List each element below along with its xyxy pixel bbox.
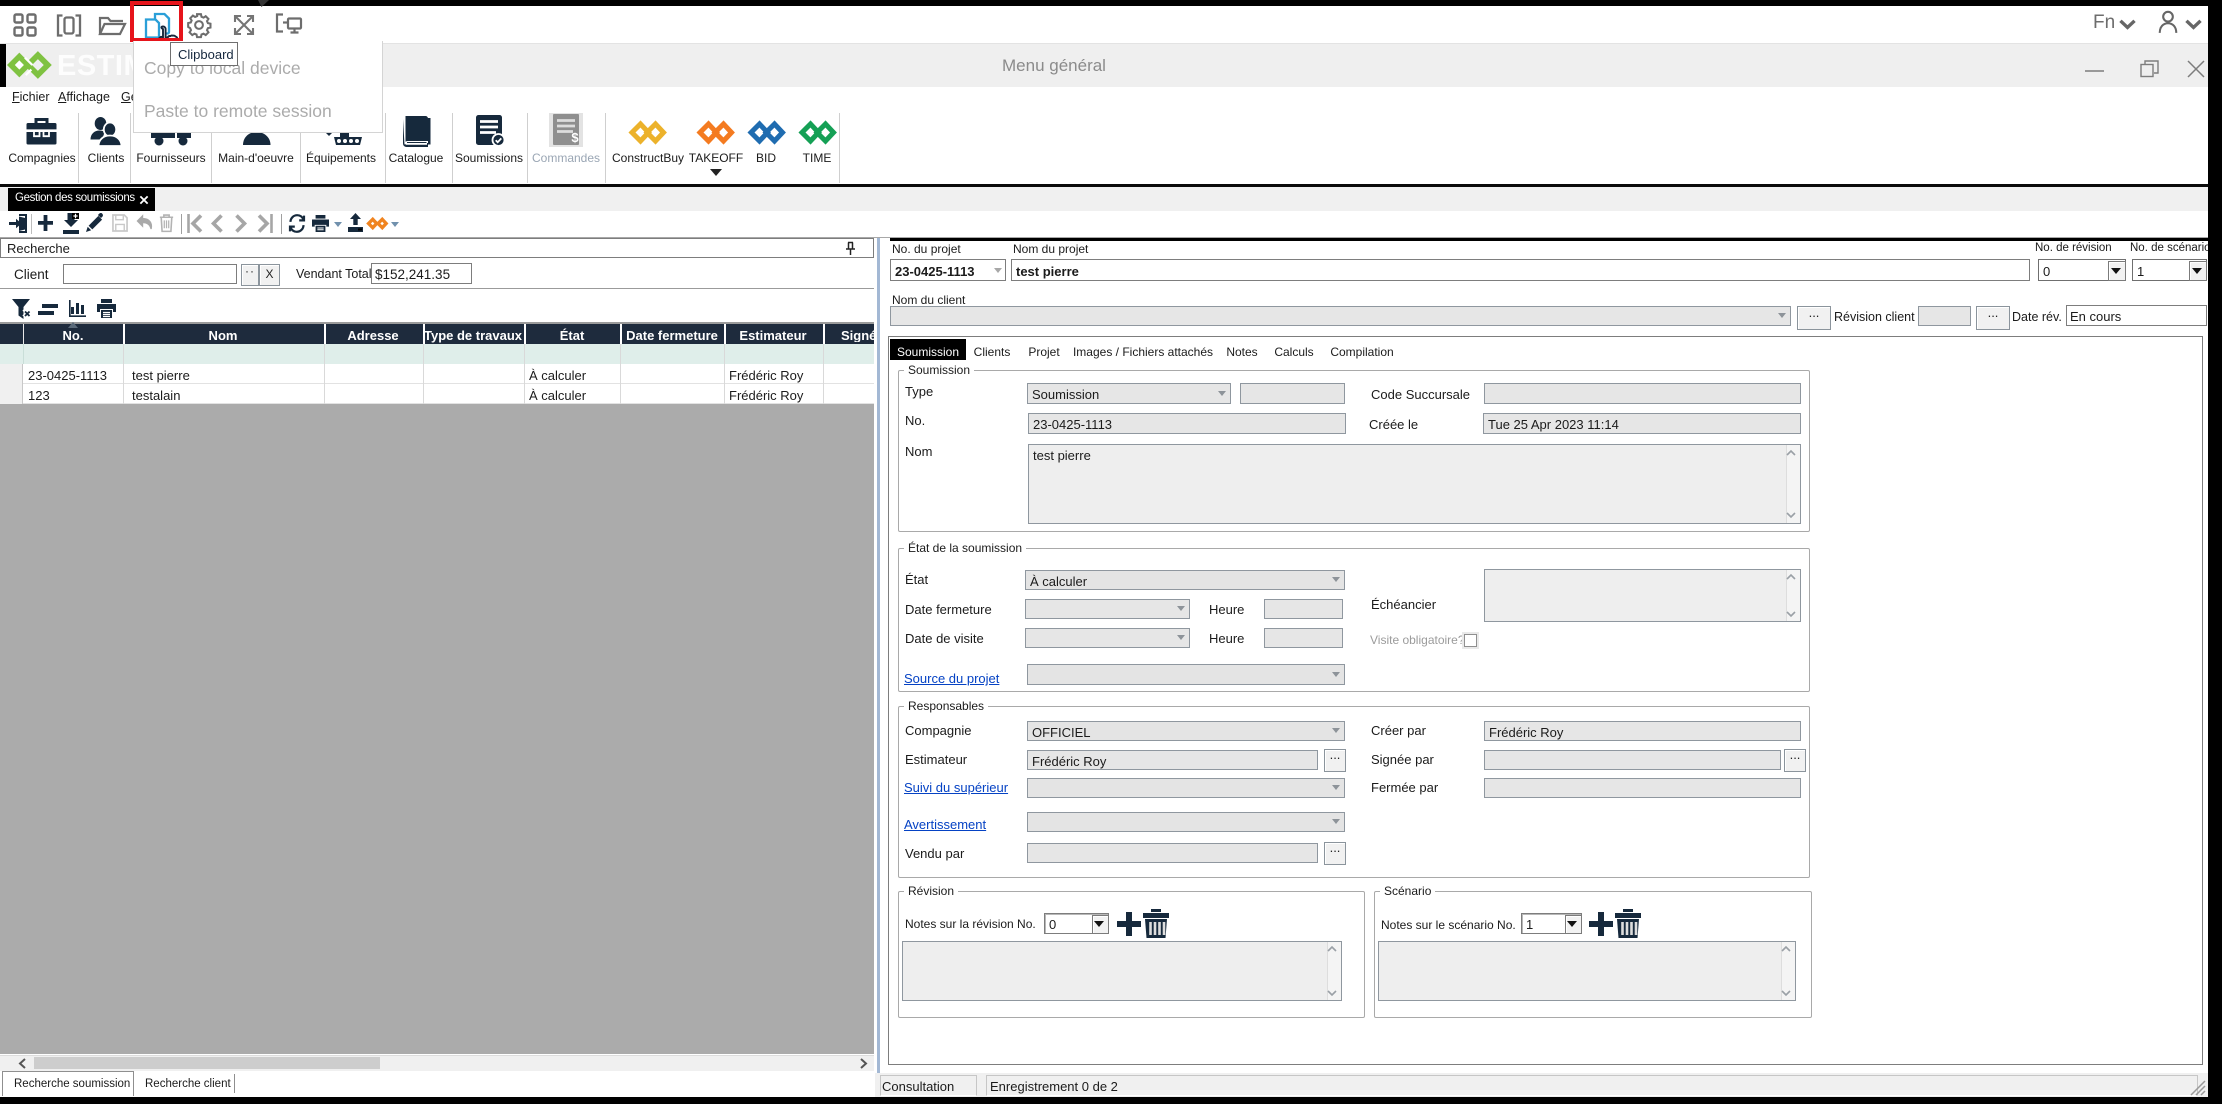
svg-text:$: $	[571, 130, 579, 145]
